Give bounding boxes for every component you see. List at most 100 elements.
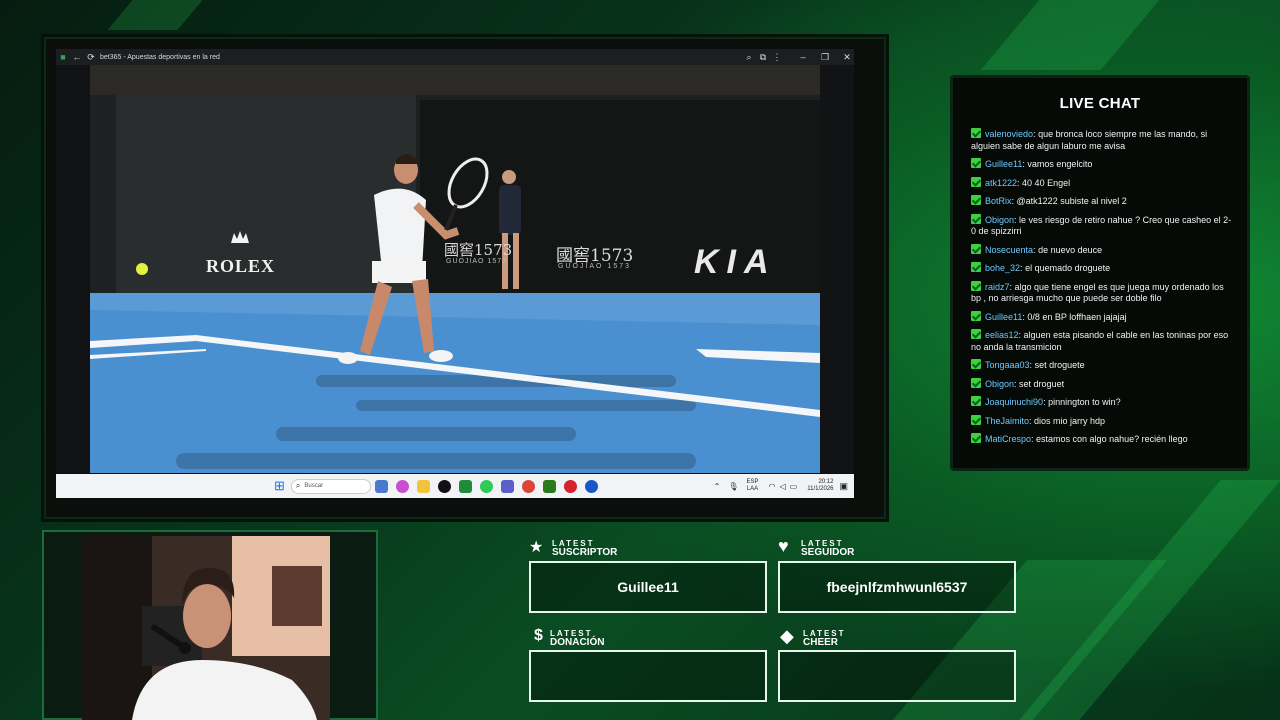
- tiktok-icon[interactable]: [437, 479, 451, 493]
- lang-layout: LAA: [746, 486, 759, 492]
- explorer-icon[interactable]: [416, 479, 430, 493]
- chat-message: Obigon: set droguet: [971, 377, 1233, 391]
- chat-message: valenoviedo: que bronca loco siempre me …: [971, 128, 1233, 152]
- back-icon[interactable]: ←: [70, 52, 84, 62]
- chat-username[interactable]: valenoviedo: [985, 129, 1033, 139]
- taskbar-search[interactable]: ⌕ Buscar: [290, 478, 371, 494]
- browser-window-title: bet365 - Apuestas deportivas en la red: [100, 53, 220, 61]
- chat-username[interactable]: TheJaimito: [985, 416, 1029, 426]
- windows-taskbar: ⊞ ⌕ Buscar ⌃ 🎙︎ ESP LAA ◠ ◁ ▭ 20:12 11/1…: [56, 474, 854, 498]
- chat-text: estamos con algo nahue? recién llego: [1036, 434, 1188, 444]
- tennis-video[interactable]: ROLEX 國窖1573 GUOJIAO 1573 國窖1573 GUOJIAO…: [56, 65, 854, 473]
- windows-icon[interactable]: ⊞: [274, 478, 285, 494]
- chat-message: Tongaaa03: set droguete: [971, 359, 1233, 372]
- extensions-icon[interactable]: ⧉: [756, 52, 770, 63]
- chat-username[interactable]: eelias12: [985, 330, 1019, 340]
- latest-donacion-label: LATEST DONACIÓN: [550, 629, 605, 648]
- chat-username[interactable]: Obigon: [985, 215, 1014, 225]
- search-icon: ⌕: [295, 481, 301, 490]
- chat-message: bohe_32: el quemado droguete: [971, 262, 1233, 275]
- wifi-icon[interactable]: ◠: [769, 482, 776, 491]
- news-icon[interactable]: [374, 479, 388, 493]
- chat-username[interactable]: MatiCrespo: [985, 434, 1031, 444]
- chat-message-list[interactable]: valenoviedo: que bronca loco siempre me …: [971, 128, 1233, 452]
- whatsapp-icon[interactable]: [479, 479, 493, 493]
- menu-icon[interactable]: ⋮: [770, 52, 784, 63]
- heart-icon: ♥: [778, 536, 789, 556]
- chat-username[interactable]: Joaquinuchi90: [985, 397, 1043, 407]
- kick-badge-icon: [971, 158, 981, 168]
- chat-message: eelias12: alguen esta pisando el cable e…: [971, 329, 1233, 353]
- kick-badge-icon: [971, 128, 981, 138]
- teams-icon[interactable]: [500, 479, 514, 493]
- ad-kia: KIA: [694, 243, 777, 281]
- chat-message: Guillee11: vamos engelcito: [971, 158, 1233, 171]
- tray-chevron-icon[interactable]: ⌃: [714, 482, 721, 491]
- close-icon[interactable]: ✕: [840, 52, 854, 63]
- minimize-icon[interactable]: –: [796, 52, 810, 62]
- chat-message: TheJaimito: dios mio jarry hdp: [971, 414, 1233, 428]
- star-icon: ★: [529, 539, 544, 556]
- latest-cheer-box: [778, 650, 1016, 702]
- kick-badge-icon: [971, 262, 981, 272]
- mic-icon[interactable]: 🎙︎: [728, 482, 738, 491]
- chat-username[interactable]: Guillee11: [985, 159, 1022, 169]
- chat-message: raidz7: algo que tiene engel es que jueg…: [971, 280, 1233, 305]
- chat-text: 40 40 Engel: [1022, 177, 1071, 188]
- chat-username[interactable]: bohe_32: [985, 263, 1020, 273]
- ad-guojiao-left-sub: GUOJIAO 1573: [446, 258, 508, 265]
- latest-donacion-box: [529, 650, 767, 702]
- app-green-icon[interactable]: [458, 479, 472, 493]
- volume-icon[interactable]: ◁: [780, 482, 786, 491]
- chat-username[interactable]: Nosecuenta: [985, 245, 1033, 255]
- kick-badge-icon: [971, 280, 981, 291]
- notification-icon[interactable]: ▣: [839, 481, 848, 492]
- bg-stripe: [980, 0, 1160, 70]
- app-blue-icon[interactable]: [584, 479, 598, 493]
- nvidia-icon[interactable]: [542, 479, 556, 493]
- kick-badge-icon: [971, 176, 981, 187]
- chat-text: 0/8 en BP loffhaen jajajaj: [1027, 311, 1127, 322]
- kick-badge-icon: [971, 433, 981, 443]
- chat-username[interactable]: Obigon: [985, 379, 1014, 389]
- clock-date[interactable]: 11/1/2026: [807, 486, 833, 493]
- chat-message: Joaquinuchi90: pinnington to win?: [971, 396, 1233, 409]
- chat-username[interactable]: Guillee11: [985, 312, 1022, 322]
- chat-text: de nuevo deuce: [1038, 244, 1103, 255]
- chat-text: set droguet: [1019, 378, 1065, 389]
- browser-titlebar: ■ ← ⟳ bet365 - Apuestas deportivas en la…: [56, 49, 854, 65]
- chat-username[interactable]: BotRix: [985, 196, 1012, 206]
- chat-message: atk1222: 40 40 Engel: [971, 176, 1233, 190]
- bg-stripe: [107, 0, 203, 30]
- refresh-icon[interactable]: ⟳: [84, 52, 98, 63]
- chat-text: vamos engelcito: [1027, 159, 1093, 169]
- kick-badge-icon: [971, 243, 981, 254]
- restore-icon[interactable]: ❐: [818, 52, 832, 63]
- zoom-icon[interactable]: ⌕: [742, 52, 756, 63]
- kick-badge-icon: [971, 377, 981, 388]
- clock-time[interactable]: 20:12: [818, 479, 833, 486]
- chat-message: MatiCrespo: estamos con algo nahue? reci…: [971, 433, 1233, 446]
- chat-title: LIVE CHAT: [1059, 95, 1141, 112]
- latest-seguidor-label: LATEST SEGUIDOR: [801, 539, 855, 558]
- chat-text: set droguete: [1034, 360, 1085, 370]
- kick-badge-icon: [971, 329, 981, 339]
- chrome-icon[interactable]: [521, 479, 535, 493]
- app-red-icon[interactable]: [563, 479, 577, 493]
- chat-username[interactable]: raidz7: [985, 282, 1010, 292]
- chat-message: Guillee11: 0/8 en BP loffhaen jajajaj: [971, 310, 1233, 324]
- diamond-icon: ◆: [780, 626, 794, 646]
- latest-seguidor-box: fbeejnlfzmhwunl6537: [778, 561, 1016, 613]
- latest-cheer-label: LATEST CHEER: [803, 629, 846, 648]
- dollar-icon: $: [534, 627, 543, 644]
- battery-icon[interactable]: ▭: [790, 482, 798, 491]
- copilot-icon[interactable]: [395, 479, 409, 493]
- chat-text: dios mio jarry hdp: [1034, 415, 1106, 426]
- webcam-feed: [82, 536, 330, 720]
- ad-guojiao-left: 國窖1573: [444, 241, 513, 259]
- latest-suscriptor-box: Guillee11: [529, 561, 767, 613]
- chat-username[interactable]: atk1222: [985, 178, 1017, 188]
- kick-badge-icon: [971, 359, 981, 369]
- chat-username[interactable]: Tongaaa03: [985, 360, 1030, 370]
- lang-indicator[interactable]: ESP: [747, 479, 759, 486]
